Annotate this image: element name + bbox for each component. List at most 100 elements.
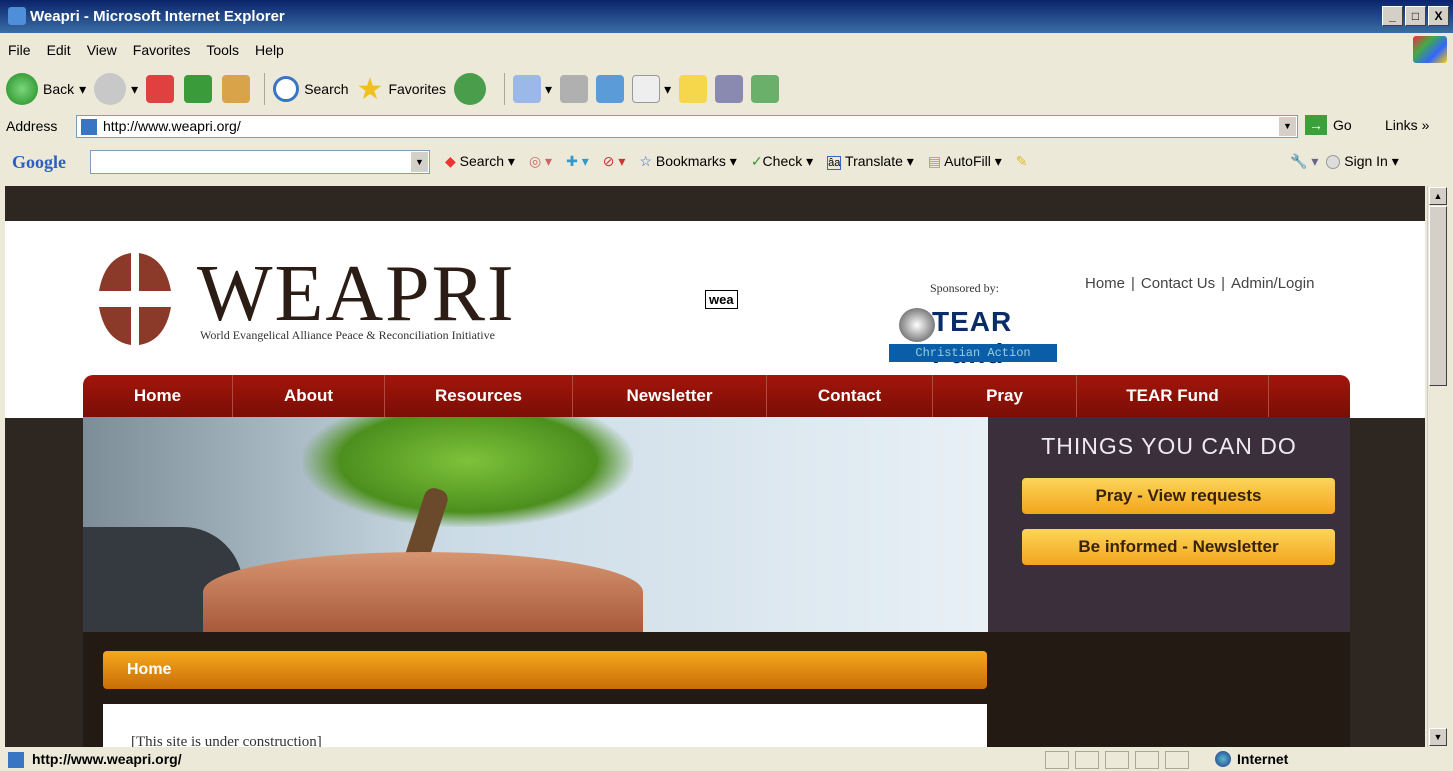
scroll-thumb[interactable] (1429, 206, 1447, 386)
home-icon[interactable] (222, 75, 251, 103)
back-arrow-icon (6, 73, 38, 105)
vertical-scrollbar[interactable]: ▲ ▼ (1427, 186, 1447, 747)
page-viewport: WEAPRI World Evangelical Alliance Peace … (5, 186, 1425, 747)
bookmark-star-icon: ☆ (639, 153, 652, 169)
title-bar: Weapri - Microsoft Internet Explorer _ □… (0, 0, 1453, 33)
tear-fund-logo[interactable]: TEAR Fund Christian Action (889, 306, 1057, 369)
menu-tools[interactable]: Tools (198, 42, 247, 58)
close-button[interactable]: X (1428, 6, 1449, 26)
google-search-input[interactable]: ▼ (90, 150, 430, 174)
status-pane (1075, 751, 1099, 769)
newsletter-button[interactable]: Be informed - Newsletter (1022, 529, 1335, 565)
google-icon: ◆ (445, 153, 456, 169)
menu-favorites[interactable]: Favorites (125, 42, 199, 58)
hero-image (83, 417, 988, 632)
address-label: Address (6, 118, 58, 134)
status-pane (1105, 751, 1129, 769)
maximize-button[interactable]: □ (1405, 6, 1426, 26)
window-title: Weapri - Microsoft Internet Explorer (30, 8, 285, 25)
signin-button[interactable]: Sign In ▾ (1326, 153, 1399, 170)
highlighter-icon[interactable]: ✎ (1016, 153, 1028, 170)
translate-button[interactable]: âa Translate ▾ (827, 153, 914, 170)
status-pane (1045, 751, 1069, 769)
search-icon (273, 76, 300, 102)
google-logo: Google (12, 152, 66, 172)
messenger-icon[interactable] (596, 75, 625, 103)
ie-icon (8, 7, 26, 25)
menu-bar: File Edit View Favorites Tools Help (0, 36, 1453, 63)
top-link-separator: | (1221, 275, 1226, 292)
nav-tear-fund[interactable]: TEAR Fund (1077, 375, 1269, 417)
history-icon[interactable] (454, 73, 487, 105)
translate-icon: âa (827, 156, 842, 170)
site-logo-text[interactable]: WEAPRI (197, 249, 516, 340)
top-link-contact[interactable]: Contact Us (1141, 275, 1215, 292)
address-dropdown-icon[interactable]: ▼ (1279, 117, 1296, 136)
nav-pray[interactable]: Pray (933, 375, 1077, 417)
spellcheck-icon: ✓ (750, 153, 763, 169)
top-link-separator: | (1131, 275, 1135, 292)
nav-about[interactable]: About (233, 375, 385, 417)
nav-newsletter[interactable]: Newsletter (573, 375, 767, 417)
address-url: http://www.weapri.org/ (103, 118, 241, 134)
address-bar: Address http://www.weapri.org/ ▼ → Go Li… (0, 113, 1453, 140)
menu-help[interactable]: Help (247, 42, 292, 58)
page-icon (8, 752, 24, 768)
mail-icon[interactable] (513, 75, 542, 103)
nav-home[interactable]: Home (83, 375, 233, 417)
cupped-hands (203, 552, 643, 632)
word-icon[interactable] (632, 75, 661, 103)
windows-logo-icon (1413, 36, 1447, 63)
bookmarks-label: Bookmarks (655, 153, 726, 169)
refresh-icon[interactable] (184, 75, 213, 103)
pagerank-icon[interactable]: ◎ ▾ (529, 153, 552, 170)
nav-resources[interactable]: Resources (385, 375, 573, 417)
scroll-up-icon[interactable]: ▲ (1429, 187, 1447, 205)
bookmarks-button[interactable]: ☆ Bookmarks ▾ (639, 153, 736, 170)
go-button[interactable]: → Go (1305, 115, 1352, 135)
plus-icon[interactable]: ✚ ▾ (566, 153, 589, 170)
go-arrow-icon: → (1305, 115, 1327, 135)
browser-window: Weapri - Microsoft Internet Explorer _ □… (0, 0, 1453, 771)
cross-logo-icon (99, 253, 171, 345)
globe-icon (1215, 751, 1231, 767)
research-icon[interactable] (715, 75, 744, 103)
links-button[interactable]: Links » (1385, 117, 1429, 133)
menu-file[interactable]: File (0, 42, 39, 58)
nav-contact[interactable]: Contact (767, 375, 933, 417)
menu-view[interactable]: View (79, 42, 125, 58)
autofill-button[interactable]: ▤ AutoFill ▾ (928, 153, 1002, 170)
address-input[interactable]: http://www.weapri.org/ ▼ (76, 115, 1298, 138)
links-label: Links (1385, 117, 1418, 133)
things-title: THINGS YOU CAN DO (1041, 433, 1297, 459)
toolbar-separator (504, 73, 506, 105)
notes-icon[interactable] (679, 75, 708, 103)
pray-requests-button[interactable]: Pray - View requests (1022, 478, 1335, 514)
minimize-button[interactable]: _ (1382, 6, 1403, 26)
top-link-home[interactable]: Home (1085, 275, 1125, 292)
things-you-can-do-panel: THINGS YOU CAN DO Pray - View requests B… (988, 417, 1350, 632)
scroll-down-icon[interactable]: ▼ (1429, 728, 1447, 746)
wea-badge[interactable]: wea (705, 290, 738, 309)
check-button[interactable]: ✓Check ▾ (751, 153, 813, 170)
contacts-icon[interactable] (751, 75, 780, 103)
search-button[interactable]: Search (273, 76, 349, 102)
print-icon[interactable] (560, 75, 589, 103)
menu-edit[interactable]: Edit (39, 42, 79, 58)
tear-fund-band: Christian Action (889, 344, 1057, 362)
stop-icon[interactable] (146, 75, 175, 103)
autofill-label: AutoFill (944, 153, 991, 169)
google-search-button[interactable]: ◆ Search ▾ (445, 153, 515, 170)
settings-wrench-icon[interactable]: 🔧 ▾ (1290, 153, 1318, 170)
favorites-label: Favorites (388, 81, 447, 97)
favorites-button[interactable]: ★ Favorites (357, 72, 446, 107)
google-dropdown-icon[interactable]: ▼ (411, 152, 428, 172)
top-link-admin[interactable]: Admin/Login (1231, 275, 1314, 292)
back-label: Back (43, 81, 75, 97)
main-nav: Home About Resources Newsletter Contact … (83, 375, 1350, 417)
forward-arrow-icon (94, 73, 127, 105)
forward-button[interactable]: ▾ (94, 73, 138, 105)
status-bar: http://www.weapri.org/ Internet (0, 749, 1453, 771)
popup-blocker-icon[interactable]: ⊘ ▾ (603, 153, 626, 170)
back-button[interactable]: Back ▾ (6, 73, 86, 105)
